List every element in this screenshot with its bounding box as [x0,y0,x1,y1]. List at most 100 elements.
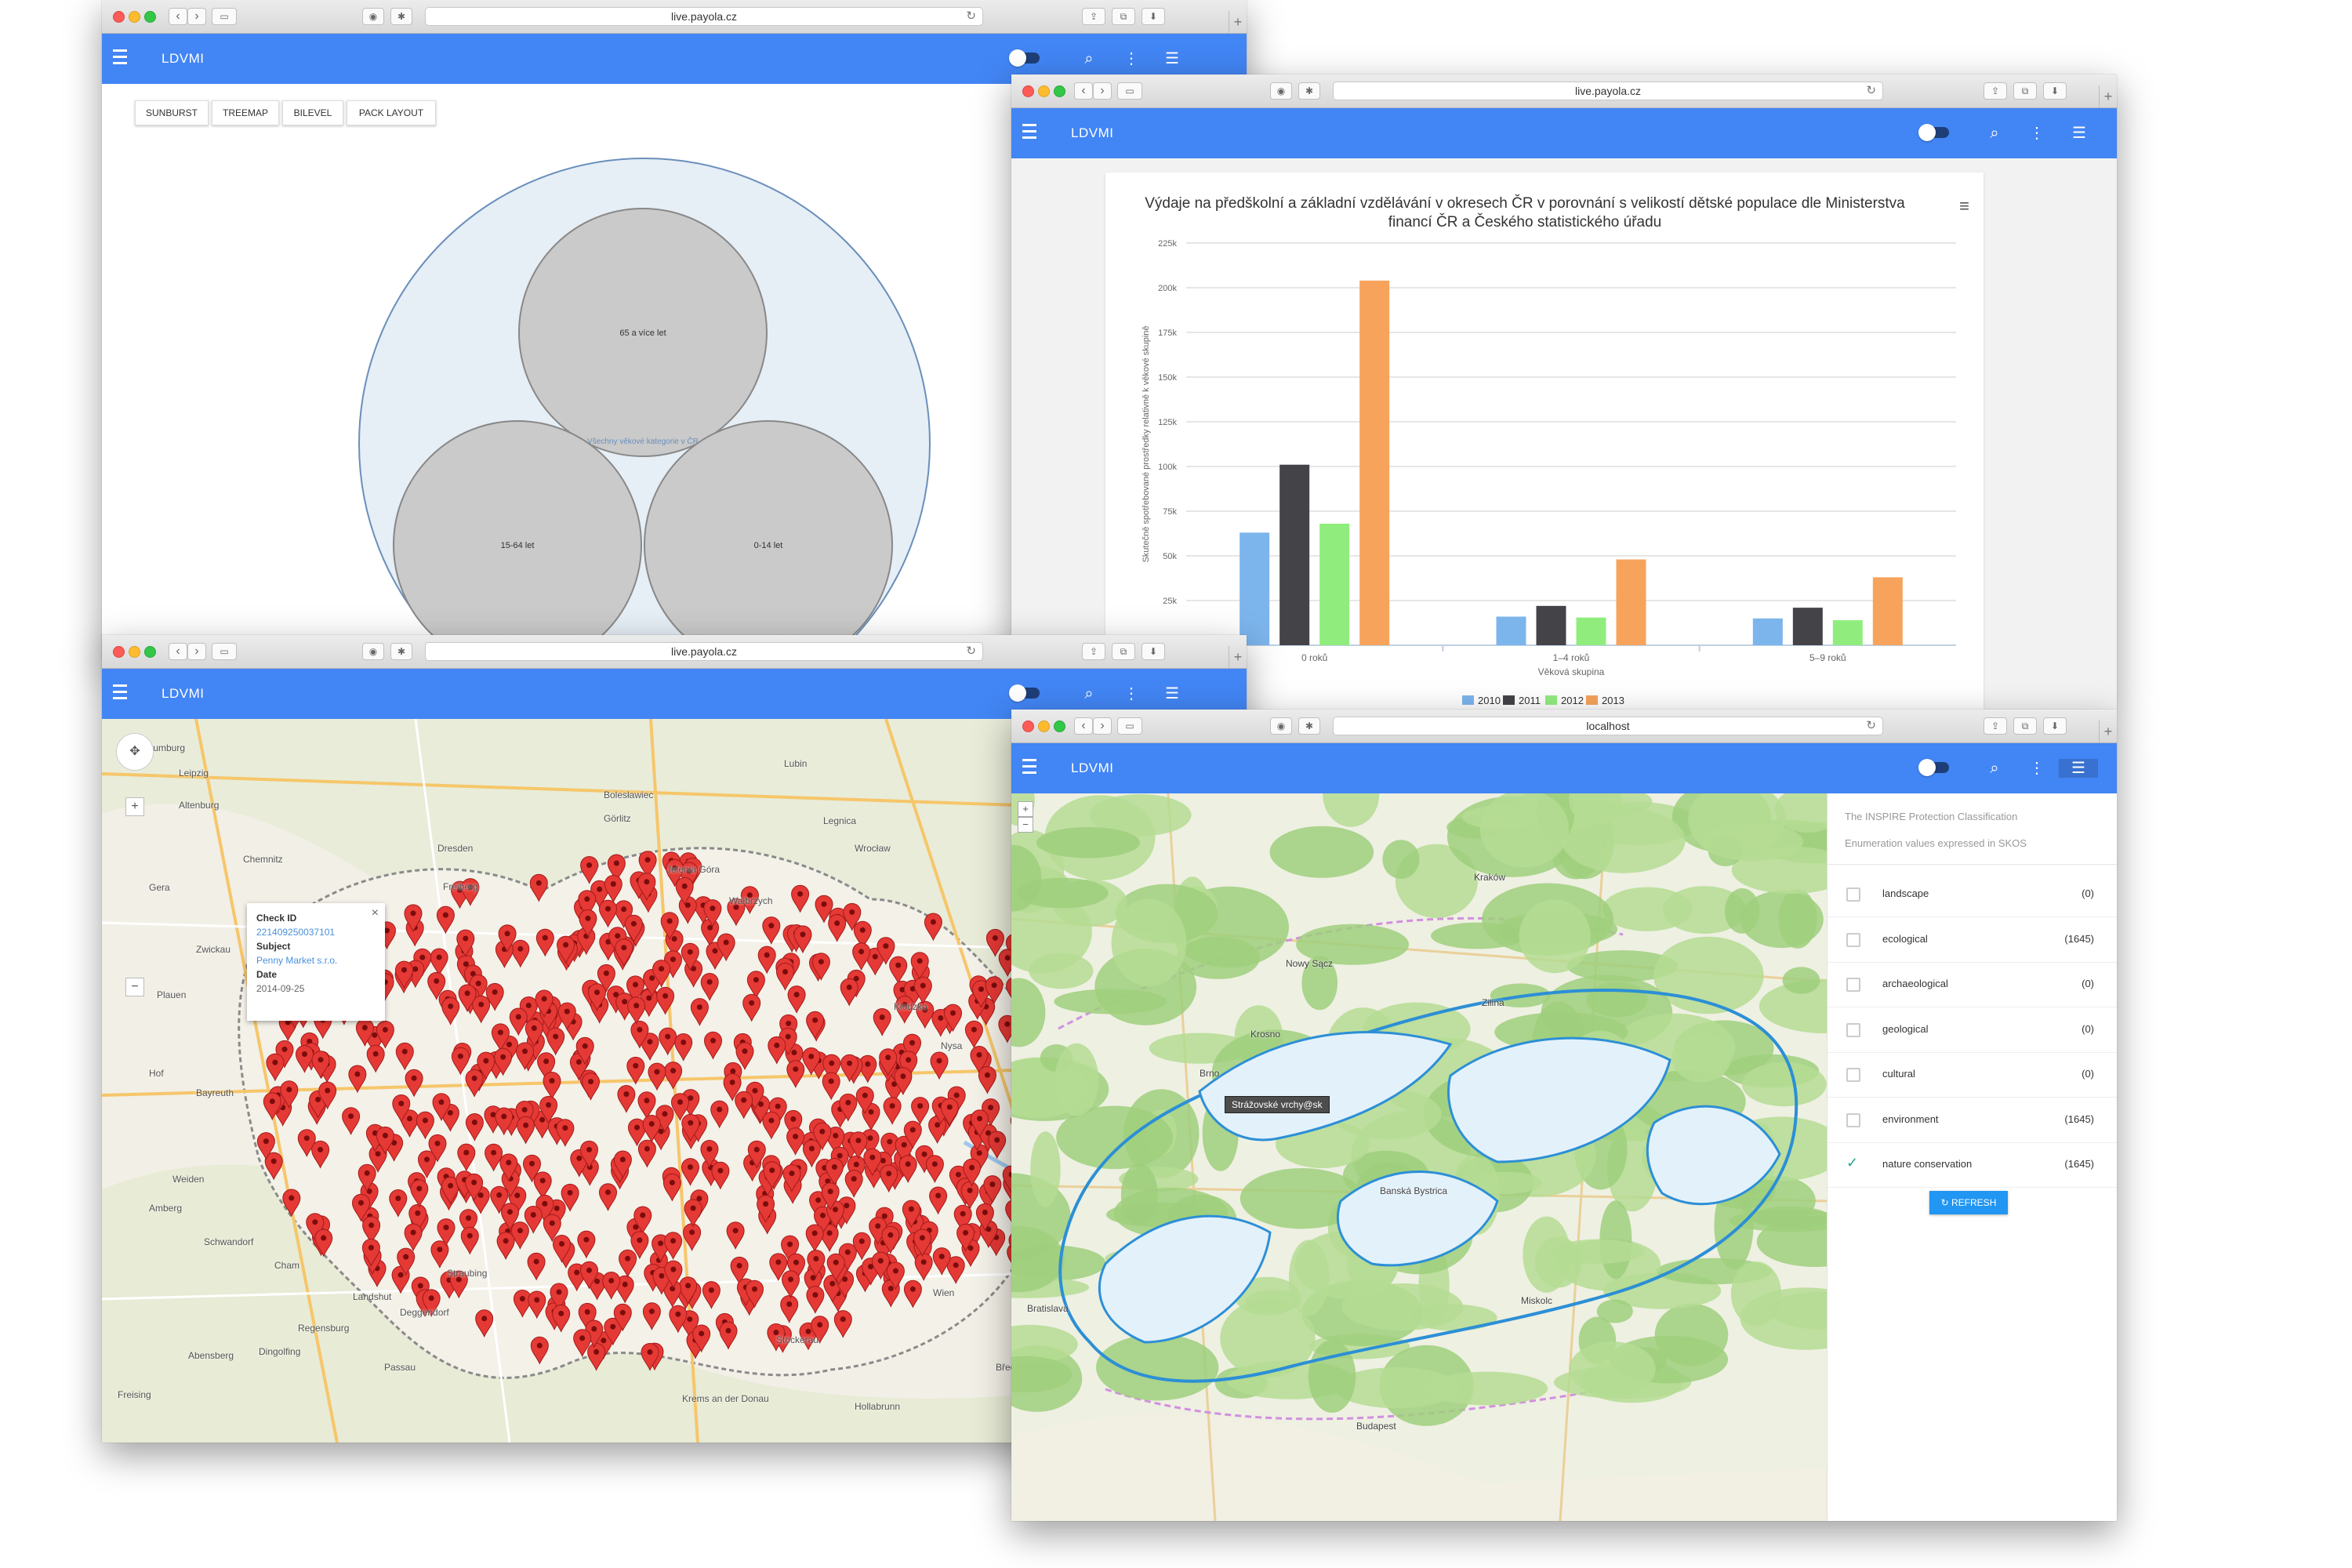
share-icon[interactable]: ⇪ [1082,643,1105,660]
pan-control-icon[interactable]: ✥ [116,733,154,771]
extension-icon[interactable]: ◉ [1270,717,1292,735]
map-pin-icon[interactable] [627,996,646,1025]
map-pin-icon[interactable] [659,1027,677,1056]
sidebar-icon[interactable]: ▭ [1117,82,1142,100]
extension-icon[interactable]: ✱ [1298,82,1320,100]
map-pin-icon[interactable] [786,1127,805,1156]
search-icon[interactable]: ⌕ [1080,684,1098,703]
map-pin-icon[interactable] [822,1072,840,1101]
bar-2013-0[interactable] [1359,280,1390,645]
bar-2010-1[interactable] [1496,616,1526,645]
map-pin-icon[interactable] [988,1131,1007,1160]
bar-2011-1[interactable] [1536,605,1566,645]
more-vert-icon[interactable]: ⋮ [1122,684,1141,703]
map-pin-icon[interactable] [840,978,858,1007]
map-pin-icon[interactable] [746,971,765,999]
map-pin-icon[interactable] [735,1091,753,1120]
map-pin-icon[interactable] [719,1321,738,1350]
bar-2013-2[interactable] [1872,577,1903,645]
map-pin-icon[interactable] [674,1033,693,1062]
map-pin-icon[interactable] [681,1158,700,1186]
map-pin-icon[interactable] [314,1229,333,1258]
new-tab-button[interactable]: + [2099,720,2117,742]
close-icon[interactable]: × [372,906,379,920]
map-pin-icon[interactable] [395,1042,414,1071]
map-pin-icon[interactable] [580,856,599,884]
map-pin-icon[interactable] [664,1232,683,1260]
pack-circle-0-14[interactable] [644,420,893,659]
map-pin-icon[interactable] [726,1221,745,1250]
map-pin-icon[interactable] [833,1310,852,1338]
map-pin-icon[interactable] [662,1173,681,1202]
map-pin-icon[interactable] [510,1221,529,1250]
bar-2013-1[interactable] [1616,559,1646,645]
sidebar-icon[interactable]: ▭ [1117,717,1142,735]
map-pin-icon[interactable] [451,1047,470,1076]
share-icon[interactable]: ⇪ [1984,82,2007,100]
bar-2012-2[interactable] [1832,620,1863,645]
map-pin-icon[interactable] [410,1179,429,1208]
map-pin-icon[interactable] [683,1223,702,1251]
map-pin-icon[interactable] [509,1007,528,1036]
sort-list-icon[interactable]: ☰ [1163,684,1181,703]
map-pin-icon[interactable] [701,918,720,947]
map-pin-icon[interactable] [791,884,810,913]
filter-checkbox[interactable] [1846,978,1860,992]
map-pin-icon[interactable] [964,1020,983,1049]
tabs-icon[interactable]: ⧉ [1112,643,1135,660]
reload-icon[interactable]: ↻ [1866,717,1876,735]
map-pin-icon[interactable] [416,1111,434,1140]
filter-checkbox[interactable] [1846,932,1860,947]
map-pin-icon[interactable] [928,1116,947,1145]
reload-icon[interactable]: ↻ [966,643,976,660]
popup-check-id-link[interactable]: 221409250037101 [256,925,376,939]
map-pin-icon[interactable] [930,1051,949,1080]
map-pin-icon[interactable] [703,1031,723,1060]
more-vert-icon[interactable]: ⋮ [2027,124,2046,143]
map-pin-icon[interactable] [742,993,761,1022]
map-pin-icon[interactable] [844,1170,863,1198]
bar-2010-0[interactable] [1240,532,1270,645]
filter-checkbox[interactable] [1846,1022,1860,1037]
map-pin-icon[interactable] [581,1073,601,1101]
map-pin-icon[interactable] [366,1044,385,1073]
map-pin-icon[interactable] [598,1183,618,1211]
map-pin-icon[interactable] [978,1065,996,1094]
address-bar[interactable]: live.payola.cz ↻ [1333,82,1883,100]
map-pin-icon[interactable] [702,1281,720,1309]
new-tab-button[interactable]: + [1229,646,1247,668]
filter-checkbox[interactable] [1846,1112,1860,1127]
map-pin-icon[interactable] [533,1171,552,1200]
map-pin-icon[interactable] [496,1232,515,1261]
popup-subject-link[interactable]: Penny Market s.r.o. [256,953,376,967]
map-pin-icon[interactable] [648,1062,666,1091]
forward-icon[interactable]: › [1093,717,1112,735]
filter-item[interactable]: ecological (1645) [1828,917,2117,963]
forward-icon[interactable]: › [1093,82,1112,100]
map-pin-icon[interactable] [457,1143,476,1172]
bar-2012-0[interactable] [1319,523,1350,645]
minimize-window-button[interactable] [129,646,140,658]
map-pin-icon[interactable] [543,1072,561,1100]
forward-icon[interactable]: › [187,643,206,660]
map-pin-icon[interactable] [664,1062,683,1090]
map-pin-icon[interactable] [898,1155,917,1184]
map-pin-icon[interactable] [626,1056,645,1085]
checkmark-icon[interactable]: ✓ [1846,1155,1858,1172]
sort-list-icon[interactable]: ☰ [2070,124,2089,143]
pack-circle-15-64[interactable] [393,420,642,659]
map-pin-icon[interactable] [911,1097,930,1125]
toggle-switch-icon[interactable] [1009,684,1040,702]
address-bar[interactable]: localhost ↻ [1333,717,1883,735]
extension-icon[interactable]: ✱ [390,643,412,660]
map-pin-icon[interactable] [394,960,414,989]
map-pin-icon[interactable] [604,875,622,903]
filter-item[interactable]: ✓ nature conservation (1645) [1828,1142,2117,1188]
map-pin-icon[interactable] [960,1181,979,1210]
back-icon[interactable]: ‹ [169,643,187,660]
map-pin-icon[interactable] [389,1189,408,1218]
map-pin-icon[interactable] [762,916,781,945]
protection-map[interactable]: Kraków Nowy Sącz Krosno Zilina Banská Bystri… [1011,793,1827,1521]
extension-icon[interactable]: ◉ [1270,82,1292,100]
minimize-window-button[interactable] [1038,720,1050,732]
